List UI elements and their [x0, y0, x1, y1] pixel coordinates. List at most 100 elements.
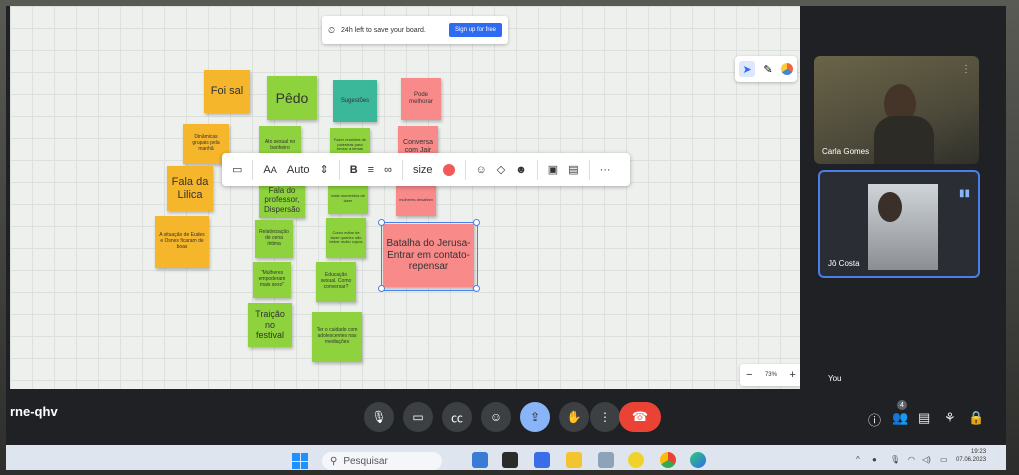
- shape-icon[interactable]: ▭: [232, 163, 242, 176]
- self-view-label: You: [828, 374, 842, 383]
- sticky-note[interactable]: mais momentos de lazer: [328, 184, 368, 214]
- taskbar-app-icon[interactable]: [472, 452, 488, 468]
- whiteboard-canvas[interactable]: ⏲ 24h left to save your board. Sign up f…: [10, 6, 800, 389]
- sticky-note[interactable]: Foi sal: [204, 70, 250, 113]
- search-placeholder: Pesquisar: [343, 455, 388, 467]
- clock-icon: ⏲: [328, 24, 336, 35]
- comment-icon[interactable]: ▤: [568, 163, 578, 176]
- folder-icon[interactable]: [566, 452, 582, 468]
- sticky-note[interactable]: mulheres desafiam: [396, 184, 436, 216]
- participant-name: Carla Gomes: [822, 147, 870, 156]
- participant-video: [868, 184, 938, 270]
- format-toolbar: ▭ AA Auto ⇕ B ≡ ∞ size ☺ ◇ ☻ ▣ ▤ ···: [222, 153, 630, 186]
- people-icon[interactable]: 👥: [892, 410, 908, 426]
- resize-handle[interactable]: [473, 219, 480, 226]
- mic-button[interactable]: 🎙: [364, 402, 394, 432]
- save-board-banner: ⏲ 24h left to save your board. Sign up f…: [322, 16, 508, 44]
- zoom-in-button[interactable]: +: [789, 369, 795, 381]
- emoji-icon[interactable]: ☻: [515, 164, 527, 176]
- camera-icon: ▭: [412, 410, 424, 424]
- taskbar-app-icon[interactable]: [628, 452, 644, 468]
- resize-handle[interactable]: [378, 219, 385, 226]
- captions-button[interactable]: ㏄: [442, 402, 472, 432]
- search-icon: ⚲: [330, 455, 338, 467]
- tag-icon[interactable]: ◇: [497, 163, 505, 176]
- meeting-code: rne-qhv: [10, 404, 58, 419]
- activities-icon[interactable]: ⚘: [944, 410, 956, 426]
- participant-video: [874, 116, 934, 164]
- sticky-note[interactable]: "Mulheres empoderam mais sexo": [253, 262, 291, 298]
- edge-icon[interactable]: [690, 452, 706, 468]
- align-icon[interactable]: ≡: [368, 164, 374, 176]
- copy-icon[interactable]: ▣: [548, 163, 558, 176]
- sticky-note[interactable]: Traição no festival: [248, 303, 292, 347]
- taskbar-search[interactable]: ⚲ Pesquisar: [322, 452, 442, 470]
- volume-icon[interactable]: ◁): [922, 455, 931, 464]
- emoji-button[interactable]: ☺: [481, 402, 511, 432]
- sticky-note[interactable]: Como evitar de fazer queries não beber m…: [326, 218, 366, 258]
- board-tools: ➤ ✎: [735, 56, 797, 82]
- color-picker-icon[interactable]: [780, 63, 793, 75]
- font-size-select[interactable]: Auto: [287, 164, 310, 176]
- more-icon[interactable]: ···: [600, 164, 611, 176]
- divider: [401, 159, 403, 180]
- tray-chevron-icon[interactable]: ^: [856, 455, 860, 464]
- sticky-note[interactable]: Pode melhorar: [401, 78, 441, 120]
- sticky-note[interactable]: Pêdo: [267, 76, 317, 120]
- participant-tile[interactable]: ⋮ Carla Gomes: [814, 56, 979, 164]
- sticky-note[interactable]: Relativização de cena íntima: [255, 220, 293, 258]
- speaking-icon: ▮▮: [958, 188, 970, 199]
- emoji-icon: ☺: [489, 410, 503, 424]
- battery-icon[interactable]: ▭: [940, 455, 948, 464]
- color-icon[interactable]: [442, 163, 455, 176]
- chrome-icon[interactable]: [660, 452, 676, 468]
- divider: [464, 159, 466, 180]
- sticky-note[interactable]: Fala da Lilica: [167, 166, 213, 211]
- zoom-out-button[interactable]: −: [746, 369, 752, 381]
- tray-app-icon[interactable]: ●: [872, 455, 877, 464]
- settings-icon[interactable]: [598, 452, 614, 468]
- taskbar-app-icon[interactable]: [534, 452, 550, 468]
- participant-tile-active[interactable]: ▮▮ Jô Costa: [818, 170, 980, 278]
- host-controls-icon[interactable]: 🔒: [968, 410, 984, 426]
- sticky-note[interactable]: Educação sexual. Como conversar?: [316, 262, 356, 302]
- resize-handle[interactable]: [473, 285, 480, 292]
- sticky-note[interactable]: Fala do professor, Dispersão: [259, 182, 305, 218]
- more-options-button[interactable]: ⋮: [590, 402, 620, 432]
- resize-handle[interactable]: [378, 285, 385, 292]
- chat-icon[interactable]: ▤: [918, 410, 930, 426]
- participant-name: Jô Costa: [828, 259, 860, 268]
- captions-icon: ㏄: [450, 410, 463, 425]
- cursor-icon[interactable]: ➤: [739, 61, 756, 77]
- selection-box: [381, 222, 478, 291]
- more-options-icon[interactable]: ⋮: [961, 64, 971, 75]
- camera-button[interactable]: ▭: [403, 402, 433, 432]
- end-call-button[interactable]: ☎: [619, 402, 661, 432]
- wifi-icon[interactable]: ◠: [908, 455, 915, 464]
- user-icon[interactable]: ☺: [476, 164, 487, 176]
- system-clock[interactable]: 19:23 07.06.2023: [956, 449, 986, 465]
- sticky-note[interactable]: Sugestões: [333, 80, 377, 122]
- font-size-icon[interactable]: AA: [263, 164, 276, 176]
- zoom-value: 73%: [764, 372, 777, 378]
- present-button[interactable]: ⇪: [520, 402, 550, 432]
- pen-icon[interactable]: ✎: [763, 63, 772, 76]
- mic-tray-icon[interactable]: 🎙: [890, 455, 900, 464]
- clock-time: 19:23: [971, 449, 987, 455]
- size-label[interactable]: size: [413, 164, 433, 176]
- hand-icon: ✋: [566, 410, 582, 424]
- bold-icon[interactable]: B: [350, 164, 358, 176]
- windows-start-icon[interactable]: [292, 453, 308, 469]
- signup-button[interactable]: Sign up for free: [448, 23, 502, 37]
- sticky-note[interactable]: A situação de Eudes e Osnes ficaram de b…: [155, 216, 209, 268]
- taskbar-app-icon[interactable]: [502, 452, 518, 468]
- clock-date: 07.06.2023: [956, 456, 987, 463]
- link-icon[interactable]: ∞: [384, 164, 392, 176]
- present-icon: ⇪: [529, 410, 541, 424]
- raise-hand-button[interactable]: ✋: [559, 402, 589, 432]
- sticky-note[interactable]: Ter o cuidado com adolescentes nas media…: [312, 312, 362, 362]
- screen: ⏲ 24h left to save your board. Sign up f…: [6, 6, 1006, 470]
- info-icon[interactable]: ⓘ: [868, 410, 881, 429]
- stepper-icon[interactable]: ⇕: [320, 163, 329, 176]
- participant-video: [878, 192, 902, 222]
